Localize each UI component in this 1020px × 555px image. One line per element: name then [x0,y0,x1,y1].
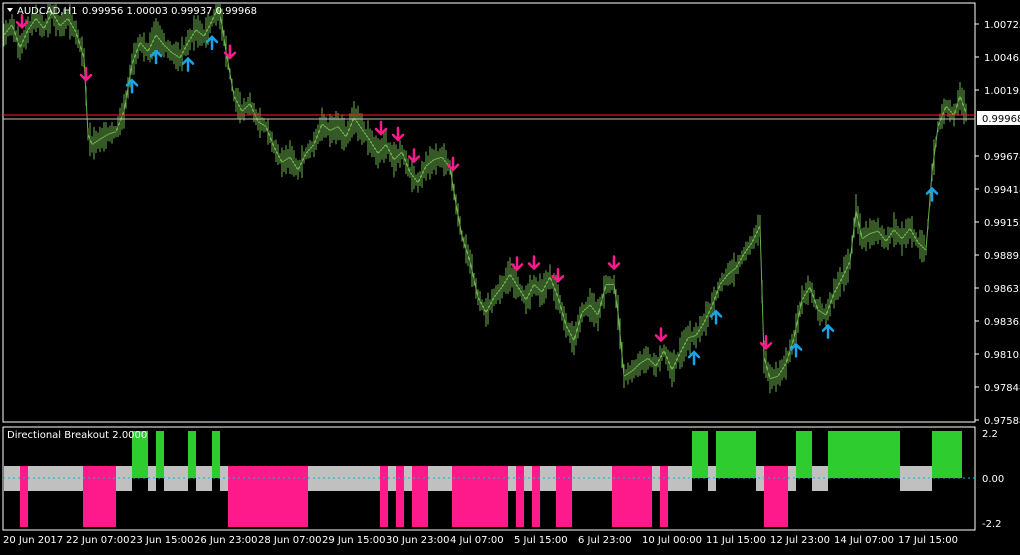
price-tick: 0.97848 [984,383,1020,394]
chart-menu-triangle-icon[interactable] [7,8,13,12]
indicator-tick: 0.00 [982,474,1004,485]
mt4-chart-window[interactable]: AUDCAD,H1 0.99956 1.00003 0.99937 0.9996… [0,0,1020,551]
histogram-bar [796,431,812,478]
price-tick: 0.98363 [984,317,1020,328]
up-arrow-icon [181,56,195,72]
price-tick: 0.98103 [984,350,1020,361]
current-price-label: 0.99968 [982,114,1020,125]
histogram-bar [188,431,196,478]
indicator-tick: -2.2 [982,519,1002,530]
down-arrow-icon [391,126,405,142]
histogram-bar [452,478,508,527]
time-label: 30 Jun 23:00 [386,535,450,546]
histogram-bars [4,431,962,527]
histogram-bar [452,466,508,478]
histogram-bar [556,478,572,527]
ohlc-label: 0.99956 1.00003 0.99937 0.99968 [82,6,257,17]
indicator-tick: 2.2 [982,429,998,440]
close-line [3,5,967,380]
histogram-bar [516,466,524,478]
histogram-bar [20,466,28,478]
indicator-axis: 2.2 0.00 -2.2 [982,429,1004,530]
price-tick: 0.99153 [984,218,1020,229]
down-arrow-icon [510,256,524,272]
time-axis: 20 Jun 2017 22 Jun 07:00 23 Jun 15:00 26… [3,535,958,546]
up-arrow-icon [821,323,835,339]
histogram-bar [764,478,788,527]
histogram-bar [612,466,652,478]
histogram-bar [756,466,764,491]
up-arrow-icon [925,186,939,202]
price-tick: 0.99418 [984,185,1020,196]
histogram-bar [532,478,540,527]
histogram-bar [932,431,962,478]
histogram-bar [660,466,668,478]
price-tick: 1.00723 [984,20,1020,31]
histogram-bar [4,466,20,491]
histogram-bar [380,466,388,478]
time-label: 26 Jun 23:00 [194,535,258,546]
histogram-bar [412,466,428,478]
time-label: 14 Jul 07:00 [834,535,894,546]
indicator-title: Directional Breakout 2.0000 [7,430,147,441]
price-series [3,4,967,394]
down-arrow-icon [79,66,93,82]
chart-canvas[interactable]: AUDCAD,H1 0.99956 1.00003 0.99937 0.9996… [0,0,1020,551]
histogram-bar [156,431,164,478]
histogram-bar [612,478,652,527]
down-arrow-icon [527,255,541,271]
histogram-bar [692,431,708,478]
histogram-bar [228,478,308,527]
histogram-bar [228,466,308,478]
down-arrow-icon [607,255,621,271]
histogram-bar [380,478,388,527]
down-arrow-icon [407,148,421,164]
histogram-bar [716,431,756,478]
down-arrow-icon [654,327,668,343]
time-label: 28 Jun 07:00 [258,535,322,546]
price-axis: 1.00723 1.00463 1.00195 0.99678 0.99418 … [984,20,1020,427]
time-label: 12 Jul 23:00 [770,535,830,546]
histogram-bar [83,478,116,527]
histogram-bar [212,431,220,478]
price-tick: 0.98893 [984,251,1020,262]
histogram-bar [412,478,428,527]
symbol-label: AUDCAD,H1 [17,6,77,17]
time-label: 6 Jul 23:00 [578,535,632,546]
histogram-bar [660,478,668,527]
histogram-bar [83,466,116,478]
price-tick: 1.00195 [984,86,1020,97]
histogram-bar [396,478,404,527]
histogram-bar [556,466,572,478]
time-label: 20 Jun 2017 [3,535,63,546]
time-label: 4 Jul 07:00 [450,535,504,546]
price-tick: 0.97588 [984,416,1020,427]
down-arrow-icon [759,335,773,351]
time-label: 29 Jun 15:00 [322,535,386,546]
up-arrow-icon [687,350,701,366]
histogram-bar [532,466,540,478]
histogram-bar [828,431,900,478]
price-tick: 0.98633 [984,284,1020,295]
price-tick: 1.00463 [984,53,1020,64]
histogram-bar [764,466,788,478]
time-label: 10 Jul 00:00 [642,535,702,546]
main-chart-frame [2,2,976,423]
price-tick-marks [975,23,979,421]
time-label: 23 Jun 15:00 [130,535,194,546]
price-tick: 0.99678 [984,152,1020,163]
down-arrow-icon [374,120,388,136]
time-label: 11 Jul 15:00 [706,535,766,546]
histogram-bar [396,466,404,478]
time-label: 17 Jul 15:00 [898,535,958,546]
histogram-bar [20,478,28,527]
time-label: 5 Jul 15:00 [514,535,568,546]
histogram-bar [516,478,524,527]
time-label: 22 Jun 07:00 [66,535,130,546]
